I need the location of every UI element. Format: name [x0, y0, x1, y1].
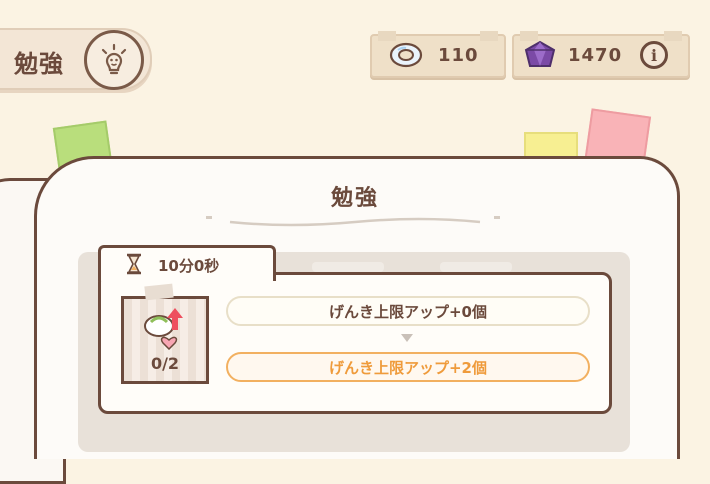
info-icon[interactable]: i	[640, 41, 668, 69]
stamina-up-item-icon	[139, 304, 191, 354]
card-bg-tab	[440, 262, 512, 272]
item-tape	[144, 283, 174, 301]
item-count: 0/2	[150, 354, 180, 373]
ring-icon	[388, 40, 424, 74]
divider-dot	[494, 216, 500, 219]
next-effect: げんき上限アップ+2個	[226, 352, 590, 382]
ring-count: 110	[438, 45, 479, 66]
current-effect: げんき上限アップ+0個	[226, 296, 590, 326]
notebook-heading: 勉強	[330, 186, 379, 211]
page-title: 勉強	[14, 50, 64, 78]
divider-dot	[206, 216, 212, 219]
gem-count: 1470	[568, 45, 623, 66]
card-bg-tab	[312, 262, 384, 272]
lightbulb-face-icon[interactable]	[84, 30, 144, 90]
heading-underline	[226, 212, 484, 231]
hourglass-icon	[124, 253, 144, 279]
study-time: 10分0秒	[158, 257, 220, 275]
purple-gem-icon	[522, 40, 558, 74]
arrow-down-icon	[401, 334, 413, 342]
